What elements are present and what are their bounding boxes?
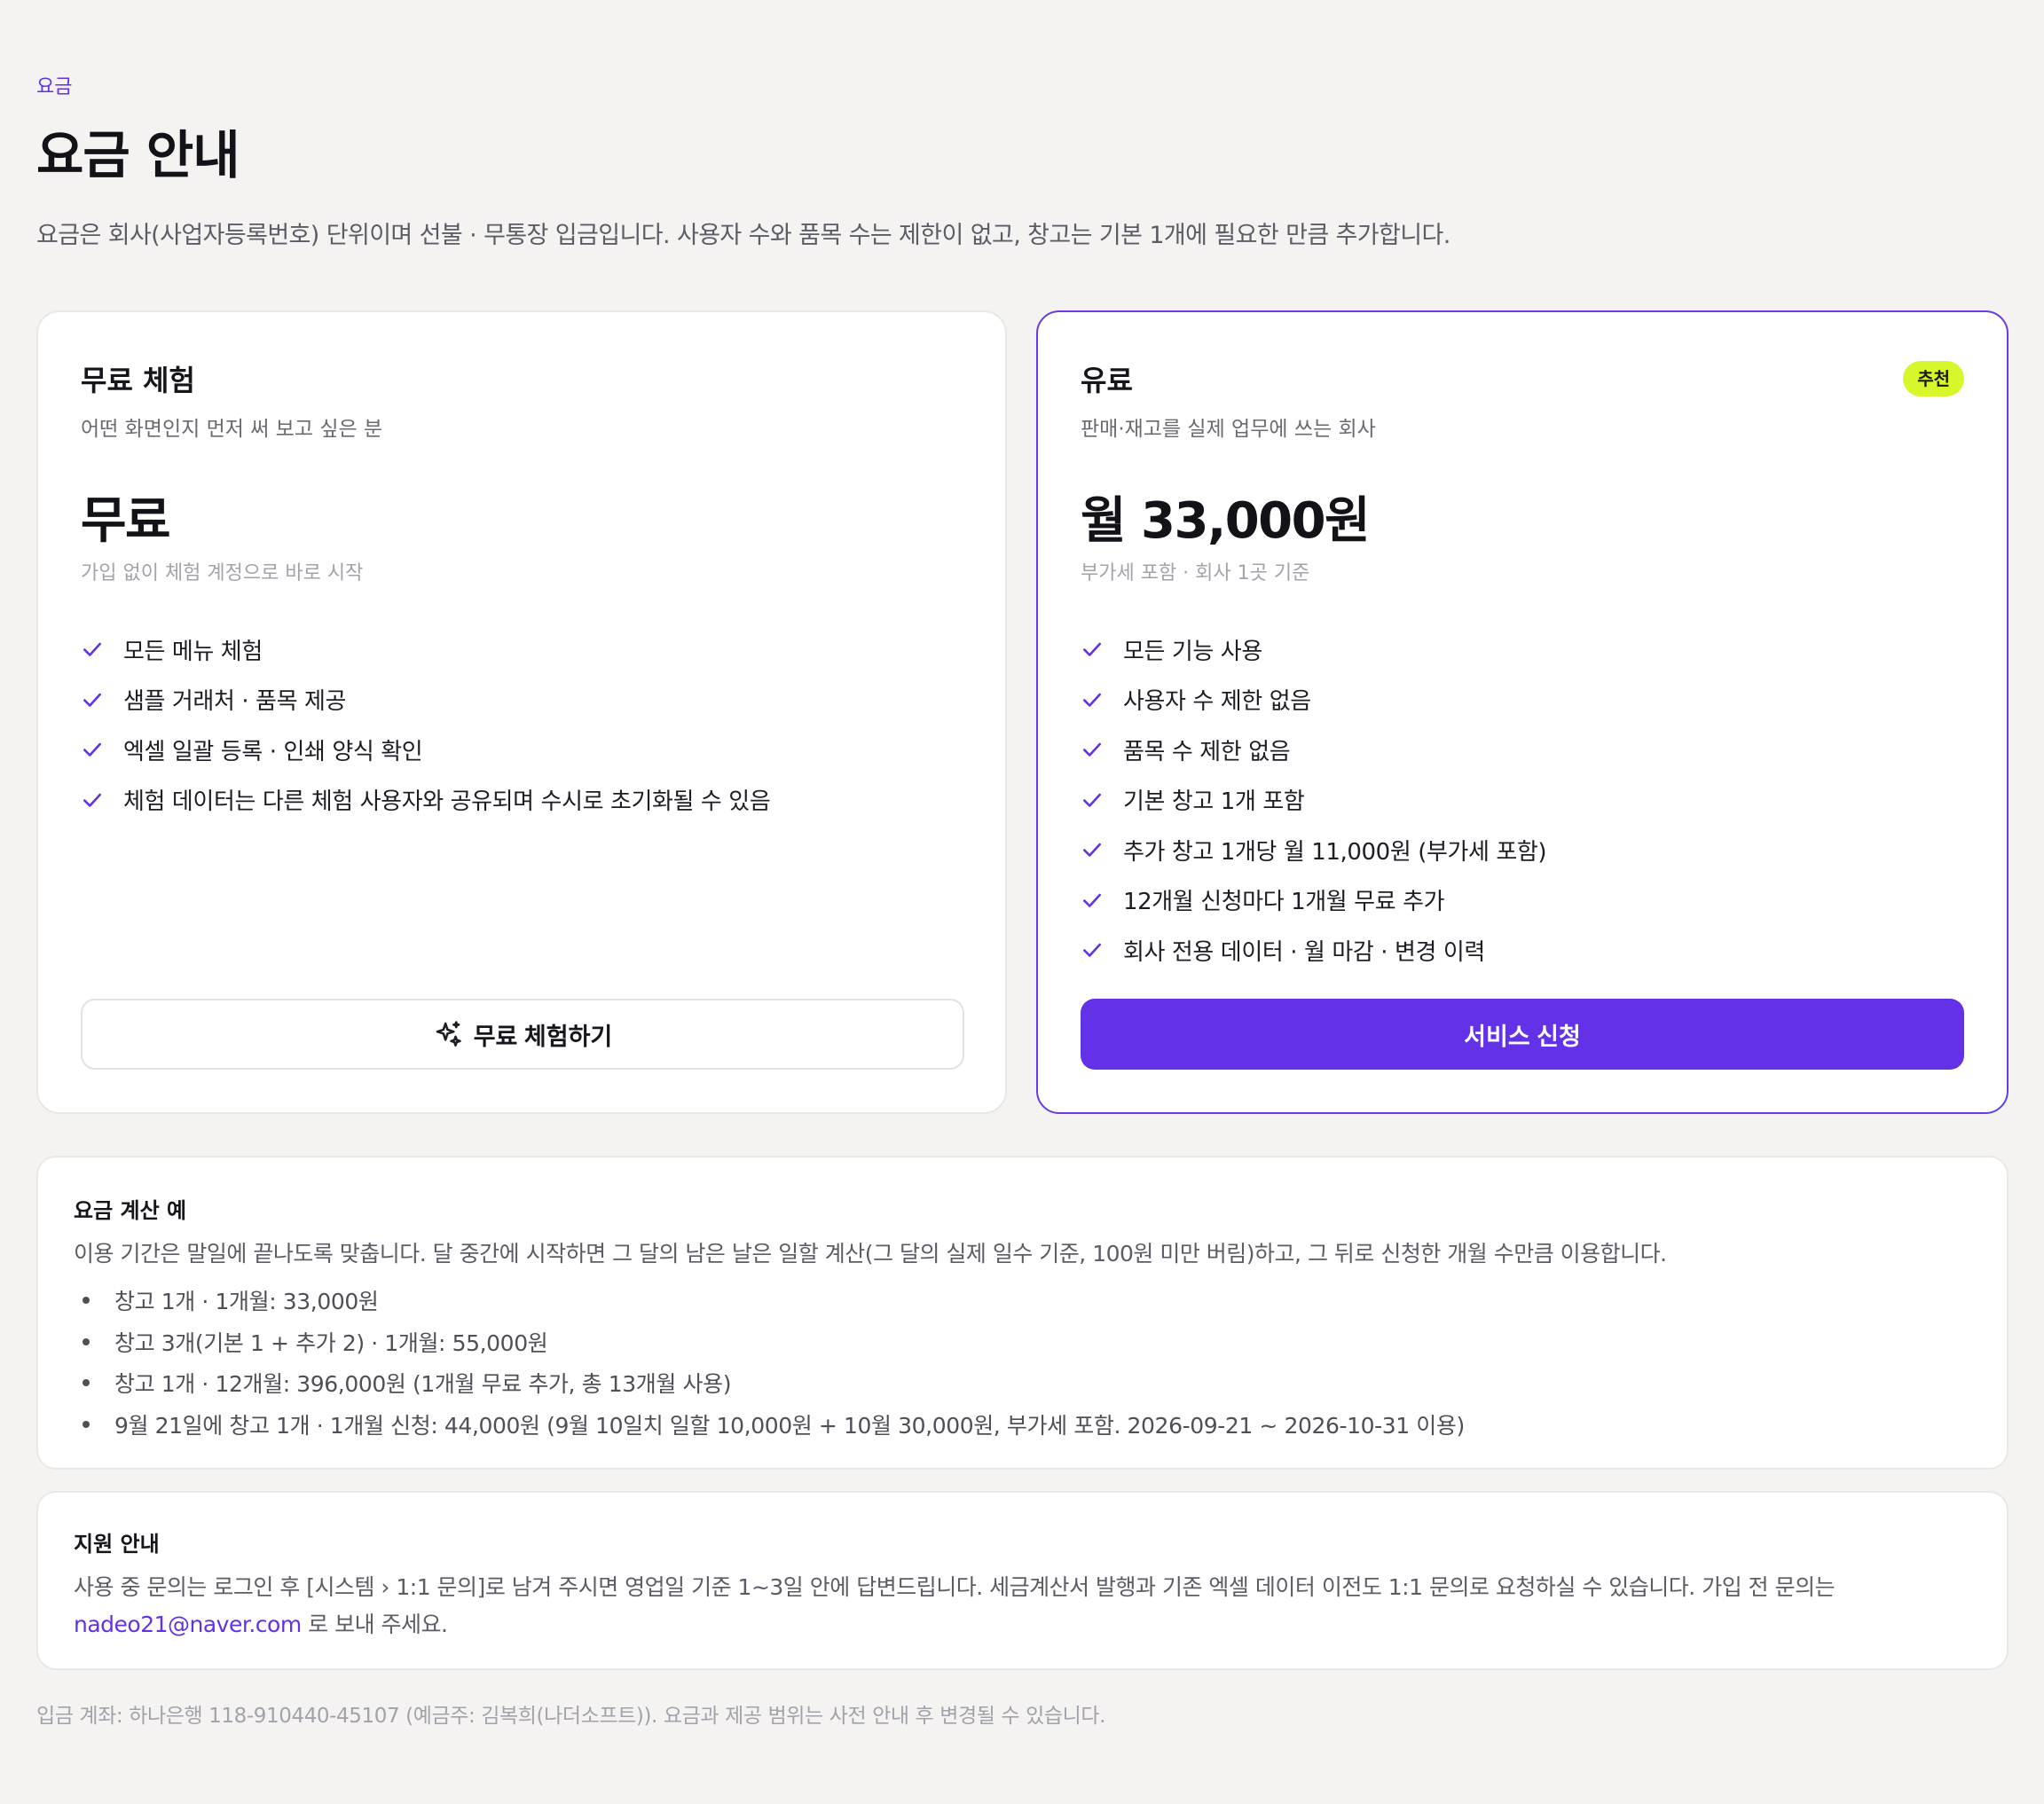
feature-item: 모든 메뉴 체험 [81,624,770,675]
bullet-icon [83,1379,90,1387]
feature-text: 모든 메뉴 체험 [123,638,263,665]
feature-item: 체험 데이터는 다른 체험 사용자와 공유되며 수시로 초기화될 수 있음 [81,775,771,826]
calc-example-item: 창고 1개 · 12개월: 396,000원 (1개월 무료 추가, 총 13개… [74,1362,1465,1404]
check-icon [83,742,101,757]
feature-text: 엑셀 일괄 등록 · 인쇄 양식 확인 [123,738,423,765]
feature-item: 회사 전용 데이터 · 월 마감 · 변경 이력 [1081,925,1546,976]
calc-example-list: 창고 1개 · 1개월: 33,000원창고 3개(기본 1 + 추가 2) ·… [74,1280,1465,1445]
bullet-icon [83,1297,90,1305]
feature-text: 12개월 신청마다 1개월 무료 추가 [1123,889,1445,916]
free-trial-button-label: 무료 체험하기 [473,1023,613,1050]
feature-item: 기본 창고 1개 포함 [1081,775,1546,826]
page-title: 요금 안내 [36,125,240,185]
check-icon [1083,943,1101,958]
plan-price-note: 가입 없이 체험 계정으로 바로 시작 [81,562,364,584]
feature-text: 회사 전용 데이터 · 월 마감 · 변경 이력 [1123,938,1485,966]
feature-item: 샘플 거래처 · 품목 제공 [81,675,770,726]
plan-name: 유료 [1081,364,1133,397]
pricing-page: 요금 요금 안내 요금은 회사(사업자등록번호) 단위이며 선불 · 무통장 입… [0,0,2044,1804]
check-icon [1083,843,1101,858]
support-text-line: 사용 중 문의는 로그인 후 [시스템 › 1:1 문의]로 남겨 주시면 영업… [74,1574,1836,1600]
plan-subtitle: 어떤 화면인지 먼저 써 보고 싶은 분 [81,418,383,441]
check-icon [1083,893,1101,907]
support-card: 지원 안내 사용 중 문의는 로그인 후 [시스템 › 1:1 문의]로 남겨 … [36,1491,2009,1670]
calc-example-text: 9월 21일에 창고 1개 · 1개월 신청: 44,000원 (9월 10일치… [114,1412,1465,1439]
check-icon [83,642,101,657]
feature-item: 12개월 신청마다 1개월 무료 추가 [1081,875,1546,926]
calc-example-item: 창고 3개(기본 1 + 추가 2) · 1개월: 55,000원 [74,1322,1465,1363]
plan-price: 무료 [81,492,171,550]
feature-text: 모든 기능 사용 [1123,638,1262,665]
feature-text: 체험 데이터는 다른 체험 사용자와 공유되며 수시로 초기화될 수 있음 [123,788,771,816]
sparkles-icon [436,1021,461,1047]
check-icon [1083,693,1101,707]
pricing-calc-card: 요금 계산 예 이용 기간은 말일에 끝나도록 맞춥니다. 달 중간에 시작하면… [36,1156,2009,1470]
plan-card-free: 무료 체험 어떤 화면인지 먼저 써 보고 싶은 분 무료 가입 없이 체험 계… [36,310,1007,1114]
feature-text: 품목 수 제한 없음 [1123,738,1291,765]
bullet-icon [83,1337,90,1345]
check-icon [1083,742,1101,757]
check-icon [1083,642,1101,657]
check-icon [1083,793,1101,807]
calc-example-text: 창고 1개 · 12개월: 396,000원 (1개월 무료 추가, 총 13개… [114,1371,732,1398]
feature-list: 모든 메뉴 체험샘플 거래처 · 품목 제공엑셀 일괄 등록 · 인쇄 양식 확… [81,624,771,826]
feature-item: 사용자 수 제한 없음 [1081,675,1546,726]
calc-title: 요금 계산 예 [74,1198,187,1223]
support-title: 지원 안내 [74,1532,160,1557]
feature-item: 엑셀 일괄 등록 · 인쇄 양식 확인 [81,725,770,775]
footer-note: 입금 계좌: 하나은행 118-910440-45107 (예금주: 김복희(나… [36,1705,1106,1728]
support-text: 사용 중 문의는 로그인 후 [시스템 › 1:1 문의]로 남겨 주시면 영업… [74,1569,1971,1643]
feature-item: 품목 수 제한 없음 [1081,725,1546,775]
plan-name: 무료 체험 [81,364,195,397]
support-text-line: nadeo21@naver.com 로 보내 주세요. [74,1606,1971,1643]
check-icon [83,793,101,807]
apply-service-button-label: 서비스 신청 [1464,1023,1581,1050]
feature-text: 기본 창고 1개 포함 [1123,788,1305,816]
calc-example-item: 창고 1개 · 1개월: 33,000원 [74,1280,1465,1322]
free-trial-button[interactable]: 무료 체험하기 [81,999,964,1070]
apply-service-button[interactable]: 서비스 신청 [1081,999,1964,1070]
plan-price: 월 33,000원 [1081,492,1371,550]
support-email-link[interactable]: nadeo21@naver.com [74,1612,302,1637]
feature-list: 모든 기능 사용사용자 수 제한 없음품목 수 제한 없음기본 창고 1개 포함… [1081,624,1547,976]
support-text-tail: 로 보내 주세요. [301,1612,448,1637]
calc-example-item: 9월 21일에 창고 1개 · 1개월 신청: 44,000원 (9월 10일치… [74,1404,1465,1446]
feature-item: 모든 기능 사용 [1081,624,1546,675]
calc-example-text: 창고 1개 · 1개월: 33,000원 [114,1289,379,1315]
intro-text: 요금은 회사(사업자등록번호) 단위이며 선불 · 무통장 입금입니다. 사용자… [36,222,1450,249]
check-icon [83,693,101,707]
recommended-badge: 추천 [1903,361,1964,396]
calc-example-text: 창고 3개(기본 1 + 추가 2) · 1개월: 55,000원 [114,1329,548,1356]
plan-price-note: 부가세 포함 · 회사 1곳 기준 [1081,562,1310,584]
feature-text: 샘플 거래처 · 품목 제공 [123,688,347,716]
bullet-icon [83,1420,90,1428]
plan-card-paid: 유료 추천 판매·재고를 실제 업무에 쓰는 회사 월 33,000원 부가세 … [1036,310,2009,1114]
eyebrow-label: 요금 [36,76,73,98]
feature-text: 사용자 수 제한 없음 [1123,688,1311,716]
feature-text: 추가 창고 1개당 월 11,000원 (부가세 포함) [1123,838,1547,866]
plan-subtitle: 판매·재고를 실제 업무에 쓰는 회사 [1081,418,1376,441]
calc-description: 이용 기간은 말일에 끝나도록 맞춥니다. 달 중간에 시작하면 그 달의 남은… [74,1241,1667,1267]
feature-item: 추가 창고 1개당 월 11,000원 (부가세 포함) [1081,825,1547,875]
